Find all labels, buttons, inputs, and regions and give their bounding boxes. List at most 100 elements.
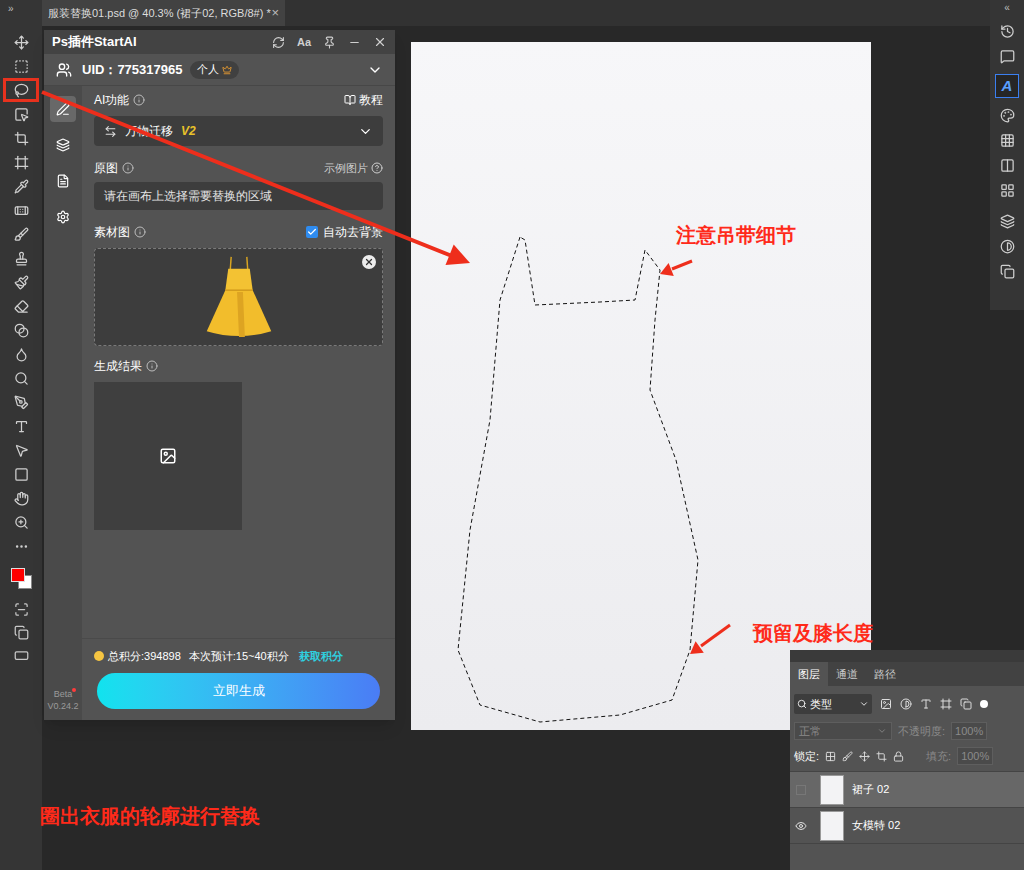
- panel-collapse[interactable]: «: [1004, 2, 1010, 14]
- visibility-toggle[interactable]: [790, 785, 812, 795]
- panel-tab[interactable]: 图层: [790, 662, 828, 686]
- layers-icon[interactable]: [1000, 214, 1015, 229]
- panel-tab[interactable]: 通道: [828, 662, 866, 686]
- source-field[interactable]: 请在画布上选择需要替换的区域: [94, 182, 383, 210]
- filter-toggle[interactable]: [980, 700, 988, 708]
- tool-button[interactable]: [3, 246, 39, 270]
- fill-field[interactable]: 100%: [957, 747, 993, 766]
- history-icon[interactable]: [1000, 24, 1015, 39]
- remove-material-button[interactable]: [362, 255, 376, 269]
- opacity-field[interactable]: 100%: [951, 722, 987, 741]
- tool-button[interactable]: [3, 414, 39, 438]
- tool-button[interactable]: [3, 294, 39, 318]
- filter-adjustment-icon[interactable]: [900, 698, 912, 710]
- tool-button[interactable]: [3, 30, 39, 54]
- get-points-link[interactable]: 获取积分: [299, 648, 343, 665]
- mode-icon[interactable]: [14, 625, 29, 640]
- pin-icon[interactable]: [323, 36, 336, 49]
- layer-row[interactable]: 女模特 02: [790, 808, 1024, 844]
- filter-type-icon[interactable]: [920, 698, 932, 710]
- generate-button[interactable]: 立即生成: [97, 673, 380, 709]
- lock-all-icon[interactable]: [893, 751, 904, 762]
- tool-button[interactable]: [3, 54, 39, 78]
- color-swatches[interactable]: [6, 562, 36, 596]
- mode-icon[interactable]: [14, 648, 29, 663]
- libraries-icon[interactable]: [1000, 264, 1015, 279]
- tool-icon: [14, 155, 29, 170]
- plugin-footer: 总积分:394898本次预计:15~40积分获取积分立即生成: [82, 638, 395, 720]
- lock-position-icon[interactable]: [859, 751, 870, 762]
- adjustments-icon[interactable]: [1000, 239, 1015, 254]
- tool-button[interactable]: [3, 390, 39, 414]
- refresh-icon[interactable]: [272, 36, 285, 49]
- gradients-icon[interactable]: [1000, 158, 1015, 173]
- tool-icon: [14, 419, 29, 434]
- expand-icon[interactable]: [367, 62, 383, 78]
- visibility-toggle[interactable]: [790, 820, 812, 832]
- tool-button[interactable]: [3, 198, 39, 222]
- tool-button[interactable]: [3, 150, 39, 174]
- blend-mode-select[interactable]: 正常: [794, 722, 892, 740]
- info-icon[interactable]: [134, 226, 146, 238]
- filter-smart-object-icon[interactable]: [960, 698, 972, 710]
- filter-shape-icon[interactable]: [940, 698, 952, 710]
- tool-button[interactable]: [3, 486, 39, 510]
- layers-tabs: 图层通道路径: [790, 662, 1024, 686]
- mode-icon[interactable]: [14, 602, 29, 617]
- close-icon[interactable]: [373, 35, 387, 49]
- minimize-icon[interactable]: [348, 36, 361, 49]
- tool-button[interactable]: [3, 462, 39, 486]
- tool-button[interactable]: [3, 222, 39, 246]
- layer-filter-select[interactable]: 类型: [794, 694, 872, 714]
- tutorial-link[interactable]: 教程: [344, 91, 383, 109]
- lock-pixels-icon[interactable]: [842, 751, 853, 762]
- info-icon[interactable]: [122, 162, 134, 174]
- example-link[interactable]: 示例图片: [324, 160, 383, 177]
- tool-button[interactable]: [3, 342, 39, 366]
- annotation-label: 预留及膝长度: [753, 618, 873, 648]
- info-icon[interactable]: [133, 94, 145, 106]
- layer-name[interactable]: 女模特 02: [852, 817, 900, 834]
- tool-icon: [14, 59, 29, 74]
- tool-icon: [14, 323, 29, 338]
- comments-icon[interactable]: [1000, 49, 1015, 64]
- startai-logo[interactable]: A: [995, 74, 1019, 98]
- tool-icon: [14, 539, 29, 554]
- sidebar-item-icon: [56, 174, 70, 188]
- material-drop-zone[interactable]: [94, 248, 383, 346]
- auto-remove-bg-checkbox[interactable]: 自动去背景: [306, 223, 383, 241]
- swatches-icon[interactable]: [1000, 133, 1015, 148]
- lock-transparent-icon[interactable]: [825, 751, 836, 762]
- patterns-icon[interactable]: [1000, 183, 1015, 198]
- layer-name[interactable]: 裙子 02: [852, 781, 889, 798]
- lock-artboard-icon[interactable]: [876, 751, 887, 762]
- document-tab[interactable]: 服装替换01.psd @ 40.3% (裙子02, RGB/8#) *×: [42, 0, 285, 26]
- panel-tab[interactable]: 路径: [866, 662, 904, 686]
- tool-button[interactable]: [3, 510, 39, 534]
- tool-button[interactable]: [3, 174, 39, 198]
- tool-button[interactable]: [3, 366, 39, 390]
- account-badge[interactable]: 个人: [190, 61, 239, 79]
- feature-select[interactable]: 万物迁移V2: [94, 116, 383, 146]
- foreground-color[interactable]: [11, 568, 25, 582]
- tool-button[interactable]: [3, 270, 39, 294]
- info-icon[interactable]: [146, 360, 158, 372]
- tool-button[interactable]: [3, 438, 39, 462]
- layer-row[interactable]: 裙子 02: [790, 772, 1024, 808]
- sidebar-item[interactable]: [50, 96, 76, 122]
- tool-icon: [14, 275, 29, 290]
- plugin-header: Ps插件StartAIAa: [44, 30, 395, 54]
- tool-button[interactable]: [3, 78, 39, 102]
- tool-button[interactable]: [3, 102, 39, 126]
- filter-pixel-icon[interactable]: [880, 698, 892, 710]
- close-tab-button[interactable]: ×: [271, 3, 279, 23]
- sidebar-item[interactable]: [50, 168, 76, 194]
- color-icon[interactable]: [1000, 108, 1015, 123]
- sidebar-item[interactable]: [50, 204, 76, 230]
- tool-button[interactable]: [3, 534, 39, 558]
- sidebar-item[interactable]: [50, 132, 76, 158]
- tool-button[interactable]: [3, 126, 39, 150]
- font-size-button[interactable]: Aa: [297, 34, 311, 51]
- toolbar-collapse[interactable]: »: [0, 2, 14, 16]
- tool-button[interactable]: [3, 318, 39, 342]
